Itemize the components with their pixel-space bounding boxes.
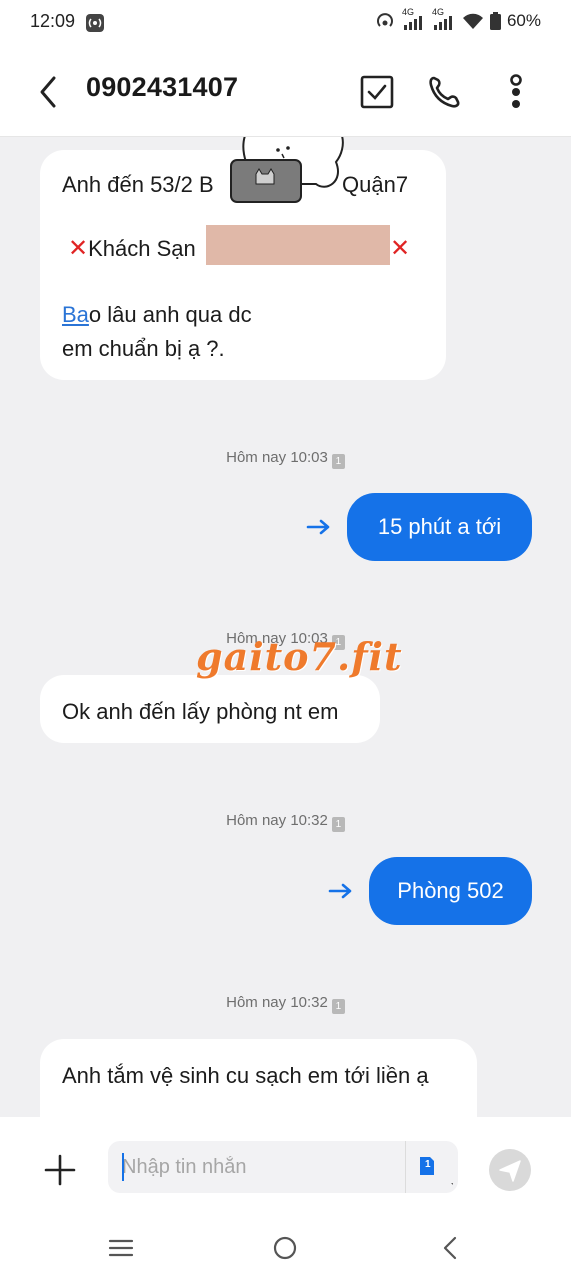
battery-icon: [489, 12, 501, 30]
signal-4g-icon-1: 4G: [402, 7, 426, 31]
checkbox-icon: [360, 75, 394, 109]
message-composer: 1: [0, 1117, 571, 1217]
hotspot-icon: [377, 13, 393, 27]
wifi-icon: [462, 13, 483, 29]
plus-icon: [44, 1154, 76, 1186]
sent-status-arrow-icon: [306, 519, 330, 535]
incoming-message-bubble[interactable]: Anh tắm vệ sinh cu sạch em tới liền ạ: [40, 1039, 477, 1117]
nav-back-button[interactable]: [436, 1233, 466, 1263]
home-button[interactable]: [270, 1233, 300, 1263]
nav-back-icon: [443, 1236, 457, 1260]
battery-percent: 60%: [506, 11, 541, 30]
home-icon: [273, 1236, 297, 1260]
status-indicators: 4G 4G 60%: [374, 7, 541, 31]
incoming-message-bubble[interactable]: Ok anh đến lấy phòng nt em: [40, 675, 380, 743]
message-line: Anh đến 53/2 B: [62, 172, 214, 197]
send-button[interactable]: [489, 1149, 531, 1191]
phone-icon: [429, 76, 460, 108]
recents-icon: [108, 1239, 134, 1257]
red-x-icon: ✕: [390, 235, 411, 262]
cat-sticker-icon: [230, 137, 344, 203]
sim-card-icon: 1: [331, 817, 345, 832]
contact-number: 0902431407: [86, 72, 239, 102]
send-icon: [499, 1160, 521, 1182]
system-navigation-bar: [0, 1217, 571, 1280]
sim-card-icon: [420, 1157, 453, 1185]
message-timestamp: Hôm nay 10:03 1: [0, 449, 571, 469]
red-x-icon: ✕: [68, 235, 89, 262]
signal-4g-icon-2: 4G: [432, 7, 456, 31]
sim-card-icon: 1: [331, 454, 345, 469]
sim-select-button[interactable]: 1: [405, 1141, 459, 1193]
select-messages-button[interactable]: [358, 72, 398, 112]
message-link[interactable]: Ba: [62, 302, 89, 327]
outgoing-message-bubble[interactable]: Phòng 502: [369, 857, 532, 925]
more-vert-icon: [510, 74, 522, 108]
sim-card-icon: 1: [331, 999, 345, 1014]
status-time: 12:09: [30, 11, 76, 31]
sim-label: 1: [425, 1159, 431, 1170]
conversation-header: 0902431407: [0, 46, 571, 137]
text-cursor: [122, 1153, 124, 1181]
back-button[interactable]: [32, 72, 68, 112]
recents-button[interactable]: [106, 1233, 136, 1263]
message-timestamp: Hôm nay 10:32 1: [0, 994, 571, 1014]
status-bar: 12:09 4G 4G 60%: [0, 0, 571, 46]
message-line: Bao lâu anh qua dc: [62, 302, 252, 327]
message-timestamp: Hôm nay 10:32 1: [0, 812, 571, 832]
hotspot-notification-icon: [86, 14, 104, 32]
attach-button[interactable]: [42, 1152, 78, 1188]
back-arrow-icon: [40, 76, 56, 108]
message-line-hotel: ✕Khách Sạn: [68, 235, 196, 262]
outgoing-message-bubble[interactable]: 15 phút a tới: [347, 493, 532, 561]
watermark-text: gaito7.fit: [196, 634, 403, 679]
call-button[interactable]: [424, 72, 464, 112]
sent-status-arrow-icon: [328, 883, 352, 899]
more-options-button[interactable]: [496, 72, 536, 112]
message-list[interactable]: Anh đến 53/2 B Quận7 ✕Khách Sạn ✕ Bao lâ…: [0, 137, 571, 1117]
message-line: em chuẩn bị ạ ?.: [62, 336, 225, 361]
redaction-overlay: [206, 225, 390, 265]
